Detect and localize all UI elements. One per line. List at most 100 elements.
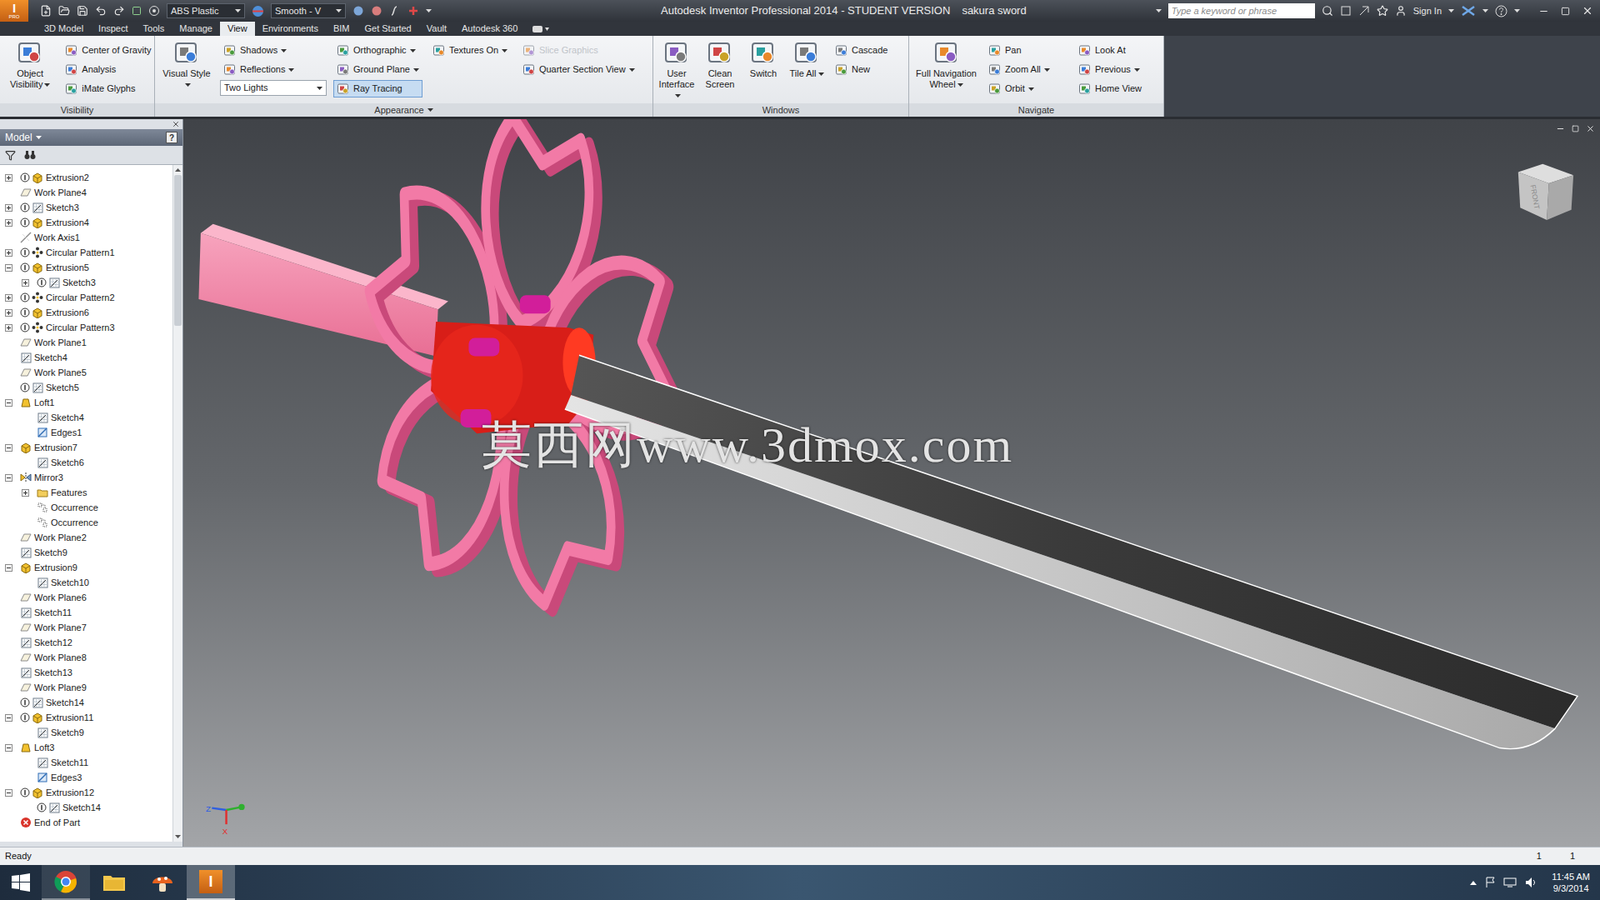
ribbon-small-button[interactable]: Look At — [1075, 41, 1159, 60]
user-icon[interactable] — [1395, 5, 1407, 17]
ribbon-panel-title[interactable]: Navigate — [909, 103, 1164, 117]
browser-item[interactable]: Circular Pattern1 — [0, 245, 173, 260]
clear-icon[interactable] — [370, 5, 383, 17]
ribbon-panel-title[interactable]: Visibility — [0, 103, 155, 117]
browser-close-icon[interactable] — [171, 120, 180, 129]
ribbon-tab[interactable]: Manage — [171, 21, 220, 36]
ribbon-small-button[interactable]: Home View — [1075, 80, 1159, 98]
ribbon-tab[interactable]: Autodesk 360 — [454, 21, 525, 36]
select-icon[interactable] — [148, 5, 160, 17]
graphics-viewport[interactable]: FRONTZX莫西网www.3dmox.com — [183, 119, 1600, 847]
browser-item[interactable]: Extrusion2 — [0, 170, 173, 185]
browser-help-button[interactable]: ? — [165, 131, 178, 144]
browser-header[interactable]: Model? — [0, 129, 183, 146]
collapse-icon[interactable] — [5, 474, 13, 482]
browser-item[interactable]: Sketch10 — [0, 575, 173, 590]
expand-icon[interactable] — [5, 204, 13, 212]
scroll-up-icon[interactable] — [175, 168, 181, 172]
material-dropdown[interactable]: ABS Plastic — [166, 3, 245, 19]
doc-restore-icon[interactable] — [1571, 125, 1580, 133]
subscription-icon[interactable] — [1340, 5, 1352, 17]
collapse-icon[interactable] — [5, 789, 13, 797]
collapse-icon[interactable] — [5, 444, 13, 452]
expand-icon[interactable] — [21, 489, 30, 497]
action-center-icon[interactable] — [1485, 876, 1495, 889]
browser-item[interactable]: Sketch9 — [0, 545, 173, 560]
ribbon-large-button[interactable]: Visual Style — [160, 40, 214, 90]
browser-item[interactable]: Edges1 — [0, 425, 173, 440]
tab-options-icon[interactable] — [531, 24, 550, 35]
ribbon-small-button[interactable]: Ground Plane — [333, 60, 423, 79]
ribbon-large-button[interactable]: Object Visibility — [5, 40, 55, 90]
ribbon-tab[interactable]: Get Started — [356, 21, 419, 36]
collapse-icon[interactable] — [5, 564, 13, 572]
view-cube[interactable]: FRONT — [1518, 164, 1574, 220]
ribbon-tab[interactable]: Environments — [255, 21, 326, 36]
model-canvas[interactable]: FRONTZX — [183, 119, 1600, 847]
exchange-icon[interactable] — [1460, 5, 1476, 17]
ribbon-tab[interactable]: Tools — [135, 21, 173, 36]
help-icon[interactable] — [1495, 5, 1508, 18]
ribbon-small-button[interactable]: Textures On — [429, 41, 513, 60]
browser-item[interactable]: Circular Pattern3 — [0, 320, 173, 335]
ribbon-small-button[interactable]: Reflections — [220, 60, 327, 79]
browser-item[interactable]: Circular Pattern2 — [0, 290, 173, 305]
browser-item[interactable]: Work Plane7 — [0, 620, 173, 635]
ribbon-large-button[interactable]: User Interface — [658, 40, 695, 101]
app-button[interactable]: IPRO — [0, 0, 29, 22]
browser-item[interactable]: Sketch11 — [0, 605, 173, 620]
ribbon-large-button[interactable]: Switch — [745, 40, 782, 80]
browser-item[interactable]: Work Axis1 — [0, 230, 173, 245]
browser-item[interactable]: Work Plane1 — [0, 335, 173, 350]
expand-icon[interactable] — [5, 309, 13, 317]
ribbon-tab[interactable]: Inspect — [90, 21, 135, 36]
ribbon-tab[interactable]: 3D Model — [36, 21, 91, 36]
browser-item[interactable]: Work Plane5 — [0, 365, 173, 380]
clock[interactable]: 11:45 AM9/3/2014 — [1551, 870, 1590, 895]
browser-item[interactable]: Sketch5 — [0, 380, 173, 395]
ribbon-panel-title[interactable]: Windows — [653, 103, 909, 117]
collapse-icon[interactable] — [5, 399, 13, 407]
browser-item[interactable]: Work Plane6 — [0, 590, 173, 605]
ribbon-tab[interactable]: View — [220, 21, 255, 36]
open-icon[interactable] — [58, 5, 70, 17]
collapse-icon[interactable] — [5, 744, 13, 752]
expand-icon[interactable] — [5, 219, 13, 227]
start-button[interactable] — [0, 865, 42, 900]
browser-item[interactable]: Sketch3 — [0, 275, 173, 290]
ribbon-tab[interactable]: BIM — [325, 21, 358, 36]
ribbon-small-button[interactable]: Zoom All — [985, 60, 1069, 79]
expand-icon[interactable] — [5, 294, 13, 302]
browser-item[interactable]: End of Part — [0, 815, 173, 830]
browser-item[interactable]: Sketch13 — [0, 665, 173, 680]
doc-close-icon[interactable] — [1585, 124, 1595, 134]
combo-box[interactable]: Two Lights — [220, 80, 327, 96]
browser-item[interactable]: Edges3 — [0, 770, 173, 785]
taskbar-app[interactable] — [138, 865, 187, 900]
ribbon-small-button[interactable]: Shadows — [220, 41, 327, 60]
browser-item[interactable]: Features — [0, 485, 173, 500]
ribbon-small-button[interactable]: Analysis — [61, 60, 150, 79]
adjust-icon[interactable] — [352, 5, 365, 17]
appearance-dropdown[interactable]: Smooth - V — [270, 3, 346, 19]
browser-item[interactable]: Occurrence — [0, 500, 173, 515]
network-icon[interactable] — [1503, 877, 1517, 888]
browser-item[interactable]: Sketch11 — [0, 755, 173, 770]
browser-item[interactable]: Sketch6 — [0, 455, 173, 470]
browser-item[interactable]: Work Plane4 — [0, 185, 173, 200]
browser-item[interactable]: Sketch12 — [0, 635, 173, 650]
expand-icon[interactable] — [5, 174, 13, 182]
find-icon[interactable] — [24, 150, 36, 160]
browser-item[interactable]: Work Plane2 — [0, 530, 173, 545]
taskbar-app[interactable] — [90, 865, 139, 900]
scrollbar-thumb[interactable] — [174, 175, 182, 326]
taskbar-app[interactable]: I — [186, 865, 235, 900]
browser-item[interactable]: Occurrence — [0, 515, 173, 530]
add-icon[interactable] — [407, 5, 420, 17]
redo-icon[interactable] — [113, 5, 125, 17]
tray-expand-icon[interactable] — [1470, 880, 1477, 885]
ribbon-small-button[interactable]: Cascade — [831, 41, 915, 60]
browser-item[interactable]: Sketch9 — [0, 725, 173, 740]
browser-scrollbar[interactable] — [172, 165, 183, 842]
browser-item[interactable]: Extrusion6 — [0, 305, 173, 320]
